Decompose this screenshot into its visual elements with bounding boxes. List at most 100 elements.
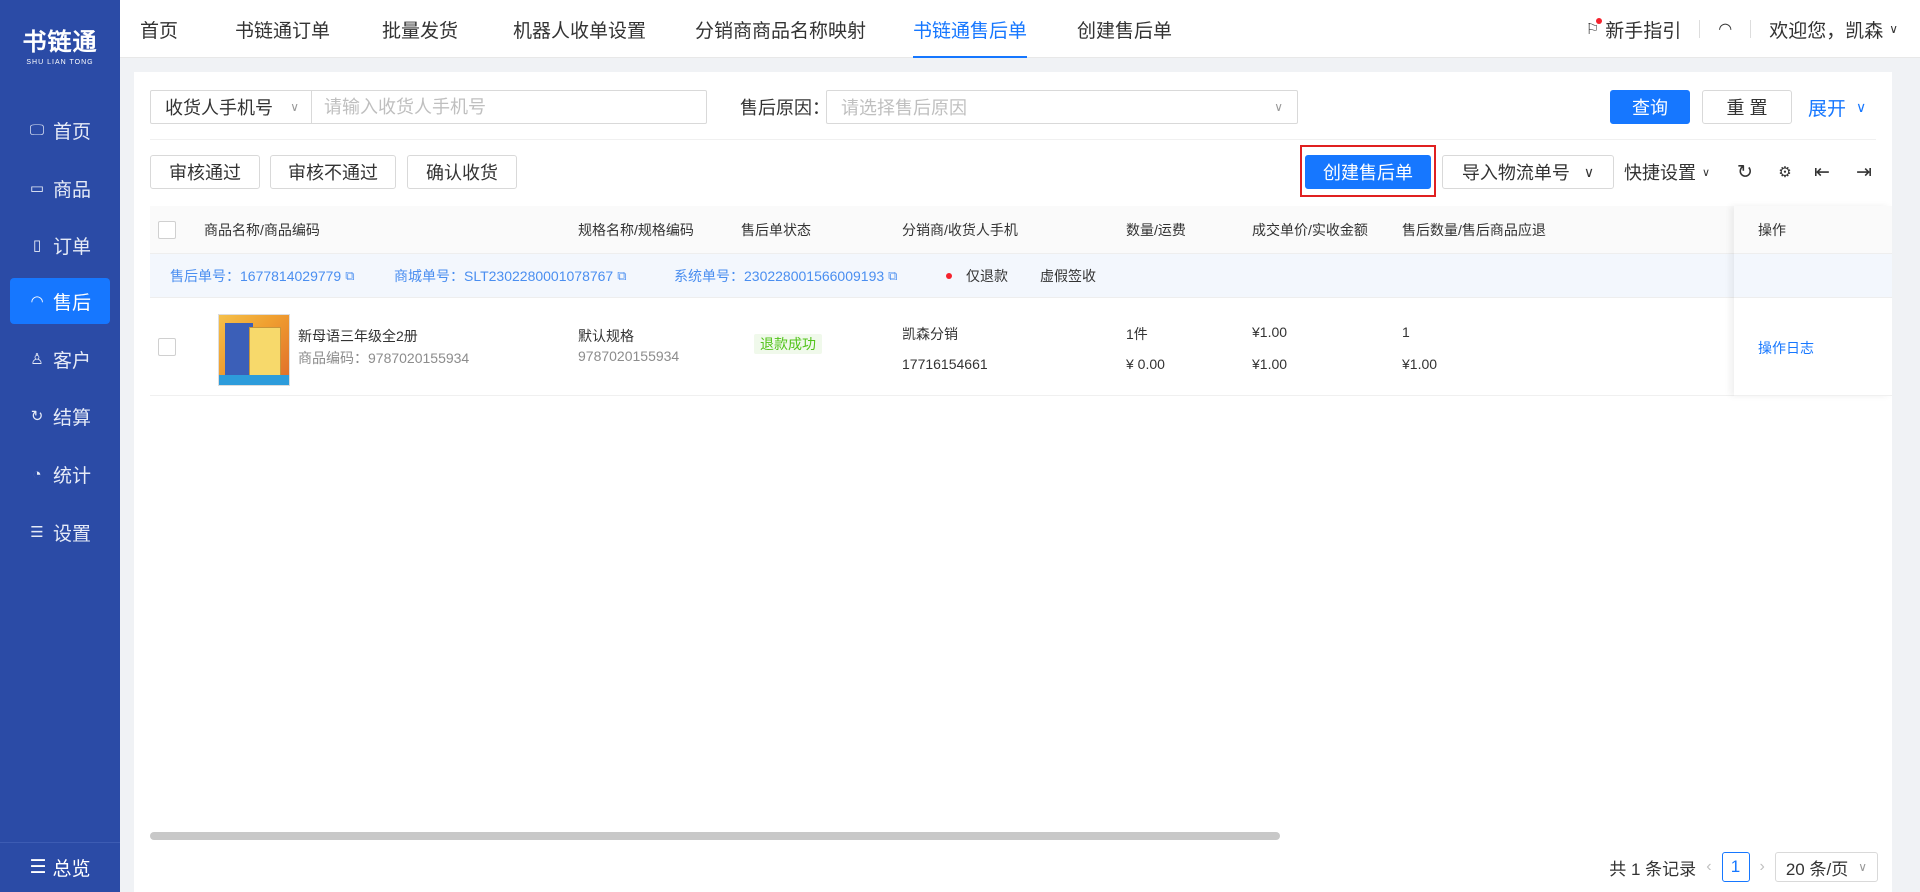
copy-icon[interactable]: ⧉ (617, 268, 626, 284)
col-product: 商品名称/商品编码 (204, 222, 320, 238)
sidebar-item-settlement[interactable]: ↻ 结算 (10, 393, 110, 439)
aftersale-type-text: 仅退款 (966, 268, 1008, 284)
guide-icon: ⚐ (1585, 18, 1603, 38)
row-checkbox[interactable] (158, 338, 176, 356)
tab-name-mapping[interactable]: 分销商商品名称映射 (695, 0, 866, 58)
chevron-down-icon: ∨ (290, 100, 299, 114)
reset-button[interactable]: 重 置 (1702, 90, 1792, 124)
welcome-text: 欢迎您，凯森 (1769, 20, 1884, 42)
page-size-value: 20 条/页 (1785, 859, 1849, 879)
receiver-phone: 17716154661 (902, 356, 988, 372)
export-icon[interactable]: ⇥ (1850, 155, 1878, 189)
product-thumbnail[interactable] (218, 314, 290, 386)
sidebar-item-label: 首页 (52, 121, 91, 143)
query-button[interactable]: 查询 (1610, 90, 1690, 124)
sidebar-item-products[interactable]: ▭ 商品 (10, 165, 110, 211)
confirm-receipt-button[interactable]: 确认收货 (407, 155, 517, 189)
import-logistics-button[interactable]: 导入物流单号 ∨ (1442, 155, 1614, 189)
select-all-checkbox[interactable] (158, 221, 176, 239)
sidebar-item-label: 订单 (52, 236, 91, 258)
prev-page-icon[interactable]: ‹ (1706, 858, 1711, 876)
col-qty: 数量/运费 (1126, 222, 1186, 238)
page-size-select[interactable]: 20 条/页 ∨ (1774, 852, 1878, 882)
page-number-current[interactable]: 1 (1721, 852, 1750, 882)
sidebar-item-label: 售后 (52, 292, 91, 314)
status-badge: 退款成功 (754, 334, 822, 354)
collapse-left-icon[interactable]: ⇤ (1808, 155, 1836, 189)
copy-icon[interactable]: ⧉ (888, 268, 897, 284)
top-tab-bar: 首页 书链通订单 批量发货 机器人收单设置 分销商商品名称映射 书链通售后单 创… (120, 0, 1920, 58)
horizontal-scrollbar[interactable] (150, 832, 1280, 840)
sidebar-item-label: 客户 (52, 350, 91, 372)
sidebar-overview-toggle[interactable]: ☰ 总览 (0, 842, 120, 892)
import-logistics-label: 导入物流单号 (1461, 163, 1570, 183)
sidebar-item-settings[interactable]: ☰ 设置 (10, 509, 110, 555)
search-field-select[interactable]: 收货人手机号 ∨ (150, 90, 312, 124)
tab-home[interactable]: 首页 (140, 0, 178, 58)
refund-amount: ¥1.00 (1402, 356, 1438, 372)
col-spec: 规格名称/规格编码 (578, 222, 694, 238)
chevron-down-icon: ∨ (1856, 98, 1867, 115)
approve-button[interactable]: 审核通过 (150, 155, 260, 189)
guide-link[interactable]: ⚐ 新手指引 (1586, 16, 1681, 43)
phone-search-input[interactable] (311, 90, 707, 124)
chevron-down-icon: ∨ (1583, 163, 1595, 180)
spec-code: 9787020155934 (578, 348, 680, 364)
headset-icon: ◠ (30, 293, 44, 310)
tab-create-aftersale[interactable]: 创建售后单 (1077, 0, 1172, 58)
reject-button[interactable]: 审核不通过 (270, 155, 396, 189)
mall-number[interactable]: 商城单号：SLT2302280001078767 ⧉ (394, 254, 627, 298)
reason-select[interactable]: 请选择售后原因 ∨ (826, 90, 1298, 124)
sidebar-footer-label: 总览 (52, 859, 91, 880)
unit-price: ¥1.00 (1252, 324, 1288, 340)
aftersale-number[interactable]: 售后单号：1677814029779 ⧉ (170, 254, 355, 298)
refresh-icon[interactable]: ↻ (1731, 155, 1759, 189)
menu-icon: ☰ (29, 857, 47, 878)
quick-settings-label: 快捷设置 (1624, 163, 1696, 183)
sidebar-item-home[interactable]: 🖵 首页 (10, 107, 110, 153)
sidebar-item-statistics[interactable]: ◔ 统计 (10, 451, 110, 497)
expand-label: 展开 (1808, 98, 1847, 120)
operation-log-link[interactable]: 操作日志 (1758, 338, 1814, 358)
user-icon: ♙ (30, 351, 44, 368)
logo-text: 书链通 (22, 29, 98, 56)
refresh-icon: ↻ (30, 408, 44, 425)
tab-aftersale-orders[interactable]: 书链通售后单 (913, 0, 1028, 58)
pagination: 共 1 条记录 ‹ 1 › 20 条/页 ∨ (1609, 852, 1878, 882)
user-menu[interactable]: 欢迎您，凯森 ∨ (1769, 16, 1898, 43)
chevron-down-icon: ∨ (1702, 166, 1711, 179)
tab-orders[interactable]: 书链通订单 (235, 0, 330, 58)
fake-sign-tag: 虚假签收 (1040, 268, 1096, 284)
sidebar: 书链通 SHU LIAN TONG 🖵 首页 ▭ 商品 ▯ 订单 ◠ 售后 ♙ … (0, 0, 120, 892)
reason-placeholder: 请选择售后原因 (841, 98, 967, 118)
copy-icon[interactable]: ⧉ (345, 268, 354, 284)
highlight-box (1300, 145, 1436, 197)
headset-icon[interactable]: ◠ (1718, 19, 1732, 39)
total-records: 共 1 条记录 (1609, 859, 1697, 879)
tab-batch-ship[interactable]: 批量发货 (382, 0, 458, 58)
sidebar-item-label: 设置 (52, 523, 91, 545)
chevron-down-icon: ∨ (1274, 100, 1283, 114)
gear-icon[interactable]: ⚙ (1771, 155, 1799, 189)
logo-subtext: SHU LIAN TONG (26, 59, 94, 66)
divider (150, 139, 1876, 140)
sidebar-item-aftersale[interactable]: ◠ 售后 (10, 278, 110, 324)
next-page-icon[interactable]: › (1760, 858, 1765, 876)
tab-robot-settings[interactable]: 机器人收单设置 (513, 0, 646, 58)
col-distributor: 分销商/收货人手机 (902, 222, 1018, 238)
table-row: 新母语三年级全2册 商品编码：9787020155934 默认规格 978702… (150, 298, 1892, 396)
sidebar-item-customers[interactable]: ♙ 客户 (10, 336, 110, 382)
app-logo[interactable]: 书链通 SHU LIAN TONG (0, 0, 120, 88)
aftersale-type: 仅退款 (946, 254, 1008, 298)
divider (1750, 20, 1752, 38)
pie-chart-icon: ◔ (32, 465, 42, 483)
system-number[interactable]: 系统单号：230228001566009193 ⧉ (674, 254, 897, 298)
sidebar-item-orders[interactable]: ▯ 订单 (10, 222, 110, 268)
quick-settings-dropdown[interactable]: 快捷设置 ∨ (1624, 155, 1710, 189)
document-icon: ▯ (32, 237, 42, 254)
status-cell: 退款成功 (754, 334, 822, 354)
product-code: 商品编码：9787020155934 (298, 350, 470, 366)
expand-toggle[interactable]: 展开 ∨ (1808, 90, 1866, 124)
chevron-down-icon: ∨ (1889, 22, 1898, 36)
box-icon: ▭ (29, 180, 45, 197)
